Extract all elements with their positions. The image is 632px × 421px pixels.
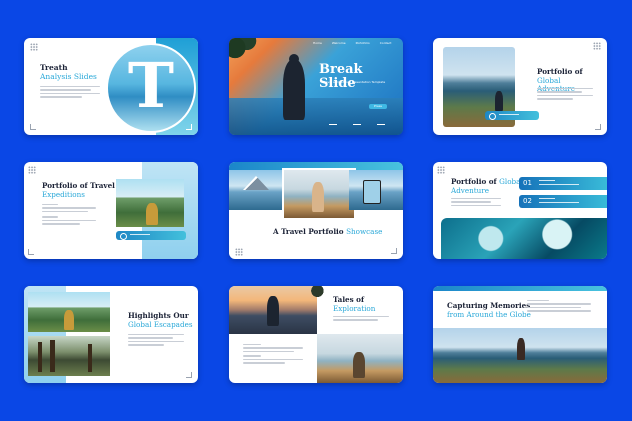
mountain-lake-photo [229, 170, 287, 210]
dot-grid-icon [28, 166, 36, 174]
valley-hiker-photo [317, 334, 403, 383]
location-badge [485, 111, 539, 120]
traveler-photo [282, 168, 356, 220]
nav-home[interactable]: Home [313, 41, 322, 45]
location-pin-icon [120, 233, 127, 240]
body-text-lines [42, 204, 96, 227]
slide-travel-portfolio-showcase[interactable]: A Travel Portfolio Showcase [229, 162, 403, 259]
hiker-figure [353, 352, 365, 378]
snow-mountain [243, 176, 269, 190]
corner-mark [30, 124, 36, 130]
numbered-item-2: 02 [519, 195, 607, 208]
dot-grid-icon [235, 248, 243, 256]
body-text-lines [527, 300, 591, 314]
circle-photo: T [106, 43, 196, 133]
sunset-hiker-photo [229, 286, 317, 334]
slide-tales-exploration[interactable]: Tales of Exploration [229, 286, 403, 383]
slide-portfolio-travel-expeditions[interactable]: Portfolio of Travel Expeditions [24, 162, 198, 259]
phone-photo [349, 170, 403, 210]
traveler-figure [312, 182, 324, 212]
dot-grid-icon [437, 166, 445, 174]
body-text-lines [537, 88, 593, 102]
nav-bar: Home Welcome Portofolio Contact [313, 41, 391, 45]
ocean-rocks-photo [441, 218, 607, 259]
tree-trunk [38, 342, 42, 372]
hiker-figure [64, 310, 74, 330]
tree-branch [229, 38, 263, 68]
slide-title: Tales of Exploration [333, 295, 376, 313]
slide-capturing-memories[interactable]: Capturing Memories from Around the Globe [433, 286, 607, 383]
hiker-figure [517, 338, 525, 360]
corner-mark [186, 372, 192, 378]
traveler-silhouette [283, 60, 305, 120]
nav-welcome[interactable]: Welcome [332, 41, 346, 45]
traveler-head [289, 54, 299, 64]
corner-mark [595, 124, 601, 130]
body-text-lines [243, 344, 303, 366]
presentation-template-showcase: { "colors": { "background": "#0a47e6", "… [0, 0, 632, 421]
slide-title: Highlights Our Global Escapades [128, 311, 193, 329]
nav-contact[interactable]: Contact [380, 41, 392, 45]
slide-title: Portfolio of Global Adventure [451, 177, 523, 195]
item-number: 02 [523, 197, 532, 205]
numbered-item-1: 01 [519, 177, 607, 190]
slide-title: Capturing Memories from Around the Globe [447, 301, 531, 319]
phone-shape [363, 180, 381, 204]
hiker-trail-photo [28, 292, 110, 332]
pine-branch [307, 286, 333, 304]
slide-title: A Travel Portfolio Showcase [273, 227, 383, 236]
slide-break[interactable]: Home Welcome Portofolio Contact Break Sl… [229, 38, 403, 135]
hiker-figure [146, 203, 158, 225]
slide-title: Break Slide [319, 62, 363, 91]
dot-grid-icon [30, 43, 38, 51]
slide-title: Portfolio of Travel Expeditions [42, 181, 115, 199]
hiker-silhouette [267, 296, 279, 326]
mountain-panorama-photo [433, 328, 607, 383]
header-band [433, 286, 607, 291]
body-text-lines [333, 316, 389, 323]
body-text-lines [128, 334, 184, 348]
footer-lines [329, 124, 385, 125]
dot-grid-icon [593, 42, 601, 50]
slide-subtitle: Travel and Journey Presentation Template [323, 80, 386, 84]
nav-portofolio[interactable]: Portofolio [356, 41, 370, 45]
body-text-lines [451, 198, 501, 208]
body-text-lines [40, 86, 100, 100]
big-letter: T [127, 49, 175, 122]
corner-mark [391, 248, 397, 254]
location-badge [116, 231, 186, 240]
location-pin-icon [489, 113, 496, 120]
tree-trunk [88, 344, 92, 372]
slide-title: Treath Analysis Slides [40, 63, 97, 81]
press-button[interactable]: Press [369, 104, 387, 109]
corner-mark [186, 124, 192, 130]
hiker-figure [495, 91, 503, 111]
slide-portfolio-global-adventure[interactable]: Portfolio of Global Adventure [433, 38, 607, 135]
corner-mark [28, 249, 34, 255]
tree-trunk [50, 340, 55, 372]
hiker-meadow-photo [116, 179, 184, 227]
slide-treath-analysis[interactable]: Treath Analysis Slides T [24, 38, 198, 135]
forest-photo [28, 336, 110, 376]
slide-highlights-escapades[interactable]: Highlights Our Global Escapades [24, 286, 198, 383]
item-number: 01 [523, 179, 532, 187]
slide-portfolio-numbered[interactable]: Portfolio of Global Adventure 01 02 [433, 162, 607, 259]
